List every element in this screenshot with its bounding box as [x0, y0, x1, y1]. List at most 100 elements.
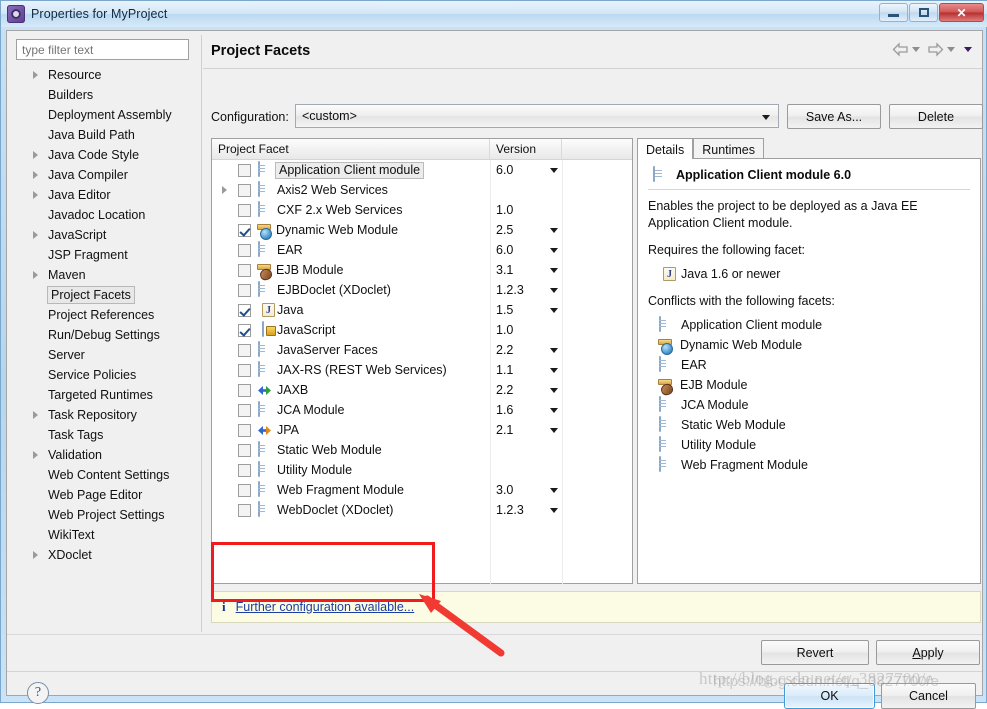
sidebar-item-web-content-settings[interactable]: Web Content Settings	[16, 465, 198, 485]
table-row[interactable]: JAXB 2.2	[212, 380, 632, 400]
table-row[interactable]: JavaScript 1.0	[212, 320, 632, 340]
table-row[interactable]: Axis2 Web Services	[212, 180, 632, 200]
expand-chevron-icon[interactable]	[33, 151, 38, 159]
sidebar-item-project-references[interactable]: Project References	[16, 305, 198, 325]
sidebar-item-deployment-assembly[interactable]: Deployment Assembly	[16, 105, 198, 125]
facet-checkbox[interactable]	[238, 323, 251, 337]
table-row[interactable]: JAX-RS (REST Web Services) 1.1	[212, 360, 632, 380]
table-row[interactable]: JPA 2.1	[212, 420, 632, 440]
table-row[interactable]: CXF 2.x Web Services 1.0	[212, 200, 632, 220]
version-dropdown-caret-icon[interactable]	[550, 508, 558, 513]
version-dropdown-caret-icon[interactable]	[550, 248, 558, 253]
sidebar-item-java-code-style[interactable]: Java Code Style	[16, 145, 198, 165]
table-row[interactable]: EJBDoclet (XDoclet) 1.2.3	[212, 280, 632, 300]
expand-chevron-icon[interactable]	[33, 271, 38, 279]
sidebar-item-task-repository[interactable]: Task Repository	[16, 405, 198, 425]
sidebar-item-project-facets[interactable]: Project Facets	[16, 285, 198, 305]
project-facet-table[interactable]: Project Facet Version Application Client…	[211, 138, 633, 584]
facet-checkbox[interactable]	[238, 483, 251, 497]
save-as-button[interactable]: Save As...	[787, 104, 881, 129]
sidebar-item-resource[interactable]: Resource	[16, 65, 198, 85]
sidebar-item-server[interactable]: Server	[16, 345, 198, 365]
view-menu-caret-icon[interactable]	[964, 47, 972, 52]
table-row[interactable]: JCA Module 1.6	[212, 400, 632, 420]
further-configuration-link[interactable]: Further configuration available...	[236, 600, 415, 614]
facet-checkbox[interactable]	[238, 263, 251, 277]
facet-checkbox[interactable]	[238, 443, 251, 457]
tab-details[interactable]: Details	[637, 138, 694, 159]
version-dropdown-caret-icon[interactable]	[550, 228, 558, 233]
table-row[interactable]: J Java 1.5	[212, 300, 632, 320]
table-row[interactable]: EJB Module 3.1	[212, 260, 632, 280]
expand-chevron-icon[interactable]	[33, 191, 38, 199]
settings-tree[interactable]: Resource Builders Deployment Assembly Java …	[16, 65, 198, 632]
column-header-version[interactable]: Version	[490, 139, 562, 159]
revert-button[interactable]: Revert	[761, 640, 869, 665]
facet-checkbox[interactable]	[238, 303, 251, 317]
table-row[interactable]: Dynamic Web Module 2.5	[212, 220, 632, 240]
version-dropdown-caret-icon[interactable]	[550, 388, 558, 393]
facet-checkbox[interactable]	[238, 383, 251, 397]
facet-checkbox[interactable]	[238, 163, 251, 177]
version-dropdown-caret-icon[interactable]	[550, 268, 558, 273]
delete-button[interactable]: Delete	[889, 104, 983, 129]
expand-chevron-icon[interactable]	[33, 231, 38, 239]
version-dropdown-caret-icon[interactable]	[550, 428, 558, 433]
sidebar-item-maven[interactable]: Maven	[16, 265, 198, 285]
sidebar-item-validation[interactable]: Validation	[16, 445, 198, 465]
table-row[interactable]: EAR 6.0	[212, 240, 632, 260]
facet-checkbox[interactable]	[238, 243, 251, 257]
facet-checkbox[interactable]	[238, 183, 251, 197]
sidebar-item-java-compiler[interactable]: Java Compiler	[16, 165, 198, 185]
configuration-select[interactable]: <custom>	[295, 104, 779, 128]
table-row[interactable]: Web Fragment Module 3.0	[212, 480, 632, 500]
version-dropdown-caret-icon[interactable]	[550, 488, 558, 493]
expand-chevron-icon[interactable]	[33, 411, 38, 419]
sidebar-item-builders[interactable]: Builders	[16, 85, 198, 105]
column-header-blank[interactable]	[562, 139, 632, 159]
sidebar-item-jsp-fragment[interactable]: JSP Fragment	[16, 245, 198, 265]
version-dropdown-caret-icon[interactable]	[550, 288, 558, 293]
tab-runtimes[interactable]: Runtimes	[693, 138, 765, 159]
sidebar-item-xdoclet[interactable]: XDoclet	[16, 545, 198, 565]
sidebar-item-javadoc-location[interactable]: Javadoc Location	[16, 205, 198, 225]
back-dropdown-caret-icon[interactable]	[912, 47, 920, 52]
help-question-icon[interactable]: ?	[27, 682, 49, 704]
forward-dropdown-caret-icon[interactable]	[947, 47, 955, 52]
filter-input[interactable]	[16, 39, 189, 60]
facet-checkbox[interactable]	[238, 363, 251, 377]
facet-checkbox[interactable]	[238, 203, 251, 217]
version-dropdown-caret-icon[interactable]	[550, 348, 558, 353]
column-header-project-facet[interactable]: Project Facet	[212, 139, 490, 159]
expand-chevron-icon[interactable]	[33, 171, 38, 179]
sidebar-item-javascript[interactable]: JavaScript	[16, 225, 198, 245]
table-row[interactable]: WebDoclet (XDoclet) 1.2.3	[212, 500, 632, 520]
ok-button[interactable]: OK	[784, 683, 875, 709]
expand-chevron-icon[interactable]	[222, 186, 227, 194]
version-dropdown-caret-icon[interactable]	[550, 408, 558, 413]
table-row[interactable]: Application Client module 6.0	[212, 160, 632, 180]
sidebar-item-web-page-editor[interactable]: Web Page Editor	[16, 485, 198, 505]
forward-arrow-icon[interactable]	[927, 42, 944, 57]
facet-checkbox[interactable]	[238, 423, 251, 437]
sidebar-item-task-tags[interactable]: Task Tags	[16, 425, 198, 445]
cancel-button[interactable]: Cancel	[881, 683, 976, 709]
sidebar-item-run-debug-settings[interactable]: Run/Debug Settings	[16, 325, 198, 345]
sidebar-item-service-policies[interactable]: Service Policies	[16, 365, 198, 385]
expand-chevron-icon[interactable]	[33, 551, 38, 559]
sidebar-item-java-build-path[interactable]: Java Build Path	[16, 125, 198, 145]
facet-checkbox[interactable]	[238, 283, 251, 297]
facet-checkbox[interactable]	[238, 403, 251, 417]
facet-checkbox[interactable]	[238, 223, 251, 237]
facet-checkbox[interactable]	[238, 343, 251, 357]
expand-chevron-icon[interactable]	[33, 451, 38, 459]
facet-checkbox[interactable]	[238, 463, 251, 477]
version-dropdown-caret-icon[interactable]	[550, 308, 558, 313]
apply-button[interactable]: Apply	[876, 640, 980, 665]
table-row[interactable]: Static Web Module	[212, 440, 632, 460]
sidebar-item-java-editor[interactable]: Java Editor	[16, 185, 198, 205]
facet-checkbox[interactable]	[238, 503, 251, 517]
sidebar-item-web-project-settings[interactable]: Web Project Settings	[16, 505, 198, 525]
minimize-button[interactable]	[879, 3, 908, 22]
sidebar-item-targeted-runtimes[interactable]: Targeted Runtimes	[16, 385, 198, 405]
